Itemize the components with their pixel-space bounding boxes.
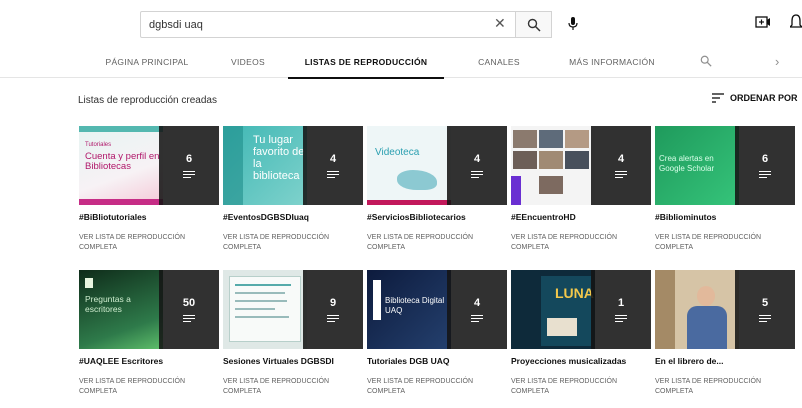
- playlist-title[interactable]: #UAQLEE Escritores: [79, 356, 219, 366]
- thumbnail-art: Tu lugar favorito de la biblioteca: [223, 126, 307, 205]
- tab-about[interactable]: MÁS INFORMACIÓN: [556, 46, 668, 78]
- playlist-count-overlay: 4: [591, 126, 651, 205]
- thumbnail-art: [223, 270, 307, 349]
- playlist-title[interactable]: Proyecciones musicalizadas: [511, 356, 651, 366]
- playlist-card[interactable]: 9 Sesiones Virtuales DGBSDI VER LISTA DE…: [223, 270, 363, 397]
- playlist-count-overlay: 9: [303, 270, 363, 349]
- sort-label: ORDENAR POR: [730, 93, 798, 103]
- sort-button[interactable]: ORDENAR POR: [712, 93, 798, 103]
- view-full-playlist-link[interactable]: VER LISTA DE REPRODUCCIÓN COMPLETA: [79, 233, 209, 253]
- notifications-icon[interactable]: [788, 14, 802, 35]
- view-full-playlist-link[interactable]: VER LISTA DE REPRODUCCIÓN COMPLETA: [655, 233, 785, 253]
- tab-home[interactable]: PÁGINA PRINCIPAL: [92, 46, 202, 78]
- view-full-playlist-link[interactable]: VER LISTA DE REPRODUCCIÓN COMPLETA: [655, 377, 785, 397]
- microphone-icon: [568, 17, 578, 30]
- section-title: Listas de reproducción creadas: [78, 95, 217, 106]
- thumbnail-art: Preguntas a escritores: [79, 270, 163, 349]
- playlist-count-overlay: 4: [447, 126, 507, 205]
- playlist-icon: [327, 170, 339, 179]
- playlist-thumbnail[interactable]: 9: [223, 270, 363, 349]
- search-box[interactable]: [140, 11, 516, 38]
- thumbnail-art: [655, 270, 739, 349]
- channel-search-icon[interactable]: [700, 54, 712, 72]
- thumbnail-art: Videoteca: [367, 126, 451, 205]
- thumbnail-art: [511, 126, 595, 205]
- playlist-icon: [327, 314, 339, 323]
- playlist-icon: [183, 314, 195, 323]
- playlist-title[interactable]: #Bibliominutos: [655, 212, 795, 222]
- playlist-icon: [615, 170, 627, 179]
- thumbnail-art: Crea alertas en Google Scholar: [655, 126, 739, 205]
- playlist-thumbnail[interactable]: Crea alertas en Google Scholar 6: [655, 126, 795, 205]
- search-icon: [527, 18, 541, 32]
- playlist-count-overlay: 4: [303, 126, 363, 205]
- playlist-thumbnail[interactable]: 4: [511, 126, 651, 205]
- playlist-title[interactable]: #ServiciosBibliotecarios: [367, 212, 507, 222]
- playlist-card[interactable]: LUNA 1 Proyecciones musicalizadas VER LI…: [511, 270, 651, 397]
- playlist-count-overlay: 5: [735, 270, 795, 349]
- playlist-title[interactable]: #BiBliotutoriales: [79, 212, 219, 222]
- view-full-playlist-link[interactable]: VER LISTA DE REPRODUCCIÓN COMPLETA: [223, 233, 353, 253]
- view-full-playlist-link[interactable]: VER LISTA DE REPRODUCCIÓN COMPLETA: [223, 377, 353, 397]
- playlist-card[interactable]: Crea alertas en Google Scholar 6 #Biblio…: [655, 126, 795, 253]
- playlist-title[interactable]: Tutoriales DGB UAQ: [367, 356, 507, 366]
- thumbnail-art: Biblioteca Digital UAQ: [367, 270, 451, 349]
- view-full-playlist-link[interactable]: VER LISTA DE REPRODUCCIÓN COMPLETA: [511, 233, 641, 253]
- view-full-playlist-link[interactable]: VER LISTA DE REPRODUCCIÓN COMPLETA: [367, 233, 497, 253]
- playlist-card[interactable]: 5 En el librero de... VER LISTA DE REPRO…: [655, 270, 795, 397]
- playlist-title[interactable]: En el librero de...: [655, 356, 795, 366]
- search-input[interactable]: [149, 18, 469, 31]
- playlist-thumbnail[interactable]: Tutoriales Cuenta y perfil en Biblioteca…: [79, 126, 219, 205]
- channel-tabs: PÁGINA PRINCIPAL VIDEOS LISTAS DE REPROD…: [0, 46, 802, 79]
- playlist-title[interactable]: #EventosDGBSDIuaq: [223, 212, 363, 222]
- create-video-icon[interactable]: [755, 15, 771, 33]
- thumbnail-art: LUNA: [511, 270, 595, 349]
- playlist-count-overlay: 1: [591, 270, 651, 349]
- playlist-icon: [759, 170, 771, 179]
- thumbnail-art: Tutoriales Cuenta y perfil en Biblioteca…: [79, 126, 163, 205]
- playlist-count-overlay: 6: [159, 126, 219, 205]
- clear-search-icon[interactable]: ✕: [494, 15, 506, 32]
- playlist-card[interactable]: Tutoriales Cuenta y perfil en Biblioteca…: [79, 126, 219, 253]
- view-full-playlist-link[interactable]: VER LISTA DE REPRODUCCIÓN COMPLETA: [367, 377, 497, 397]
- playlist-icon: [471, 314, 483, 323]
- playlist-icon: [471, 170, 483, 179]
- playlist-card[interactable]: Preguntas a escritores 50 #UAQLEE Escrit…: [79, 270, 219, 397]
- playlist-icon: [615, 314, 627, 323]
- playlist-card[interactable]: 4 #EEncuentroHD VER LISTA DE REPRODUCCIÓ…: [511, 126, 651, 253]
- playlist-card[interactable]: Biblioteca Digital UAQ 4 Tutoriales DGB …: [367, 270, 507, 397]
- chevron-right-icon[interactable]: ›: [775, 54, 779, 69]
- masthead: ✕: [0, 0, 802, 46]
- playlist-thumbnail[interactable]: 5: [655, 270, 795, 349]
- playlist-title[interactable]: Sesiones Virtuales DGBSDI: [223, 356, 363, 366]
- playlist-count-overlay: 50: [159, 270, 219, 349]
- view-full-playlist-link[interactable]: VER LISTA DE REPRODUCCIÓN COMPLETA: [511, 377, 641, 397]
- playlist-count-overlay: 6: [735, 126, 795, 205]
- playlist-thumbnail[interactable]: Preguntas a escritores 50: [79, 270, 219, 349]
- playlist-count-overlay: 4: [447, 270, 507, 349]
- sort-icon: [712, 93, 724, 103]
- tab-channels[interactable]: CANALES: [468, 46, 530, 78]
- playlist-icon: [759, 314, 771, 323]
- playlist-card[interactable]: Tu lugar favorito de la biblioteca 4 #Ev…: [223, 126, 363, 253]
- view-full-playlist-link[interactable]: VER LISTA DE REPRODUCCIÓN COMPLETA: [79, 377, 209, 397]
- voice-search-button[interactable]: [562, 13, 584, 35]
- playlist-thumbnail[interactable]: LUNA 1: [511, 270, 651, 349]
- playlist-thumbnail[interactable]: Videoteca 4: [367, 126, 507, 205]
- playlist-title[interactable]: #EEncuentroHD: [511, 212, 651, 222]
- tab-playlists[interactable]: LISTAS DE REPRODUCCIÓN: [288, 46, 444, 79]
- playlist-icon: [183, 170, 195, 179]
- playlist-thumbnail[interactable]: Biblioteca Digital UAQ 4: [367, 270, 507, 349]
- playlist-card[interactable]: Videoteca 4 #ServiciosBibliotecarios VER…: [367, 126, 507, 253]
- tab-videos[interactable]: VIDEOS: [218, 46, 278, 78]
- search-button[interactable]: [516, 11, 552, 38]
- playlist-thumbnail[interactable]: Tu lugar favorito de la biblioteca 4: [223, 126, 363, 205]
